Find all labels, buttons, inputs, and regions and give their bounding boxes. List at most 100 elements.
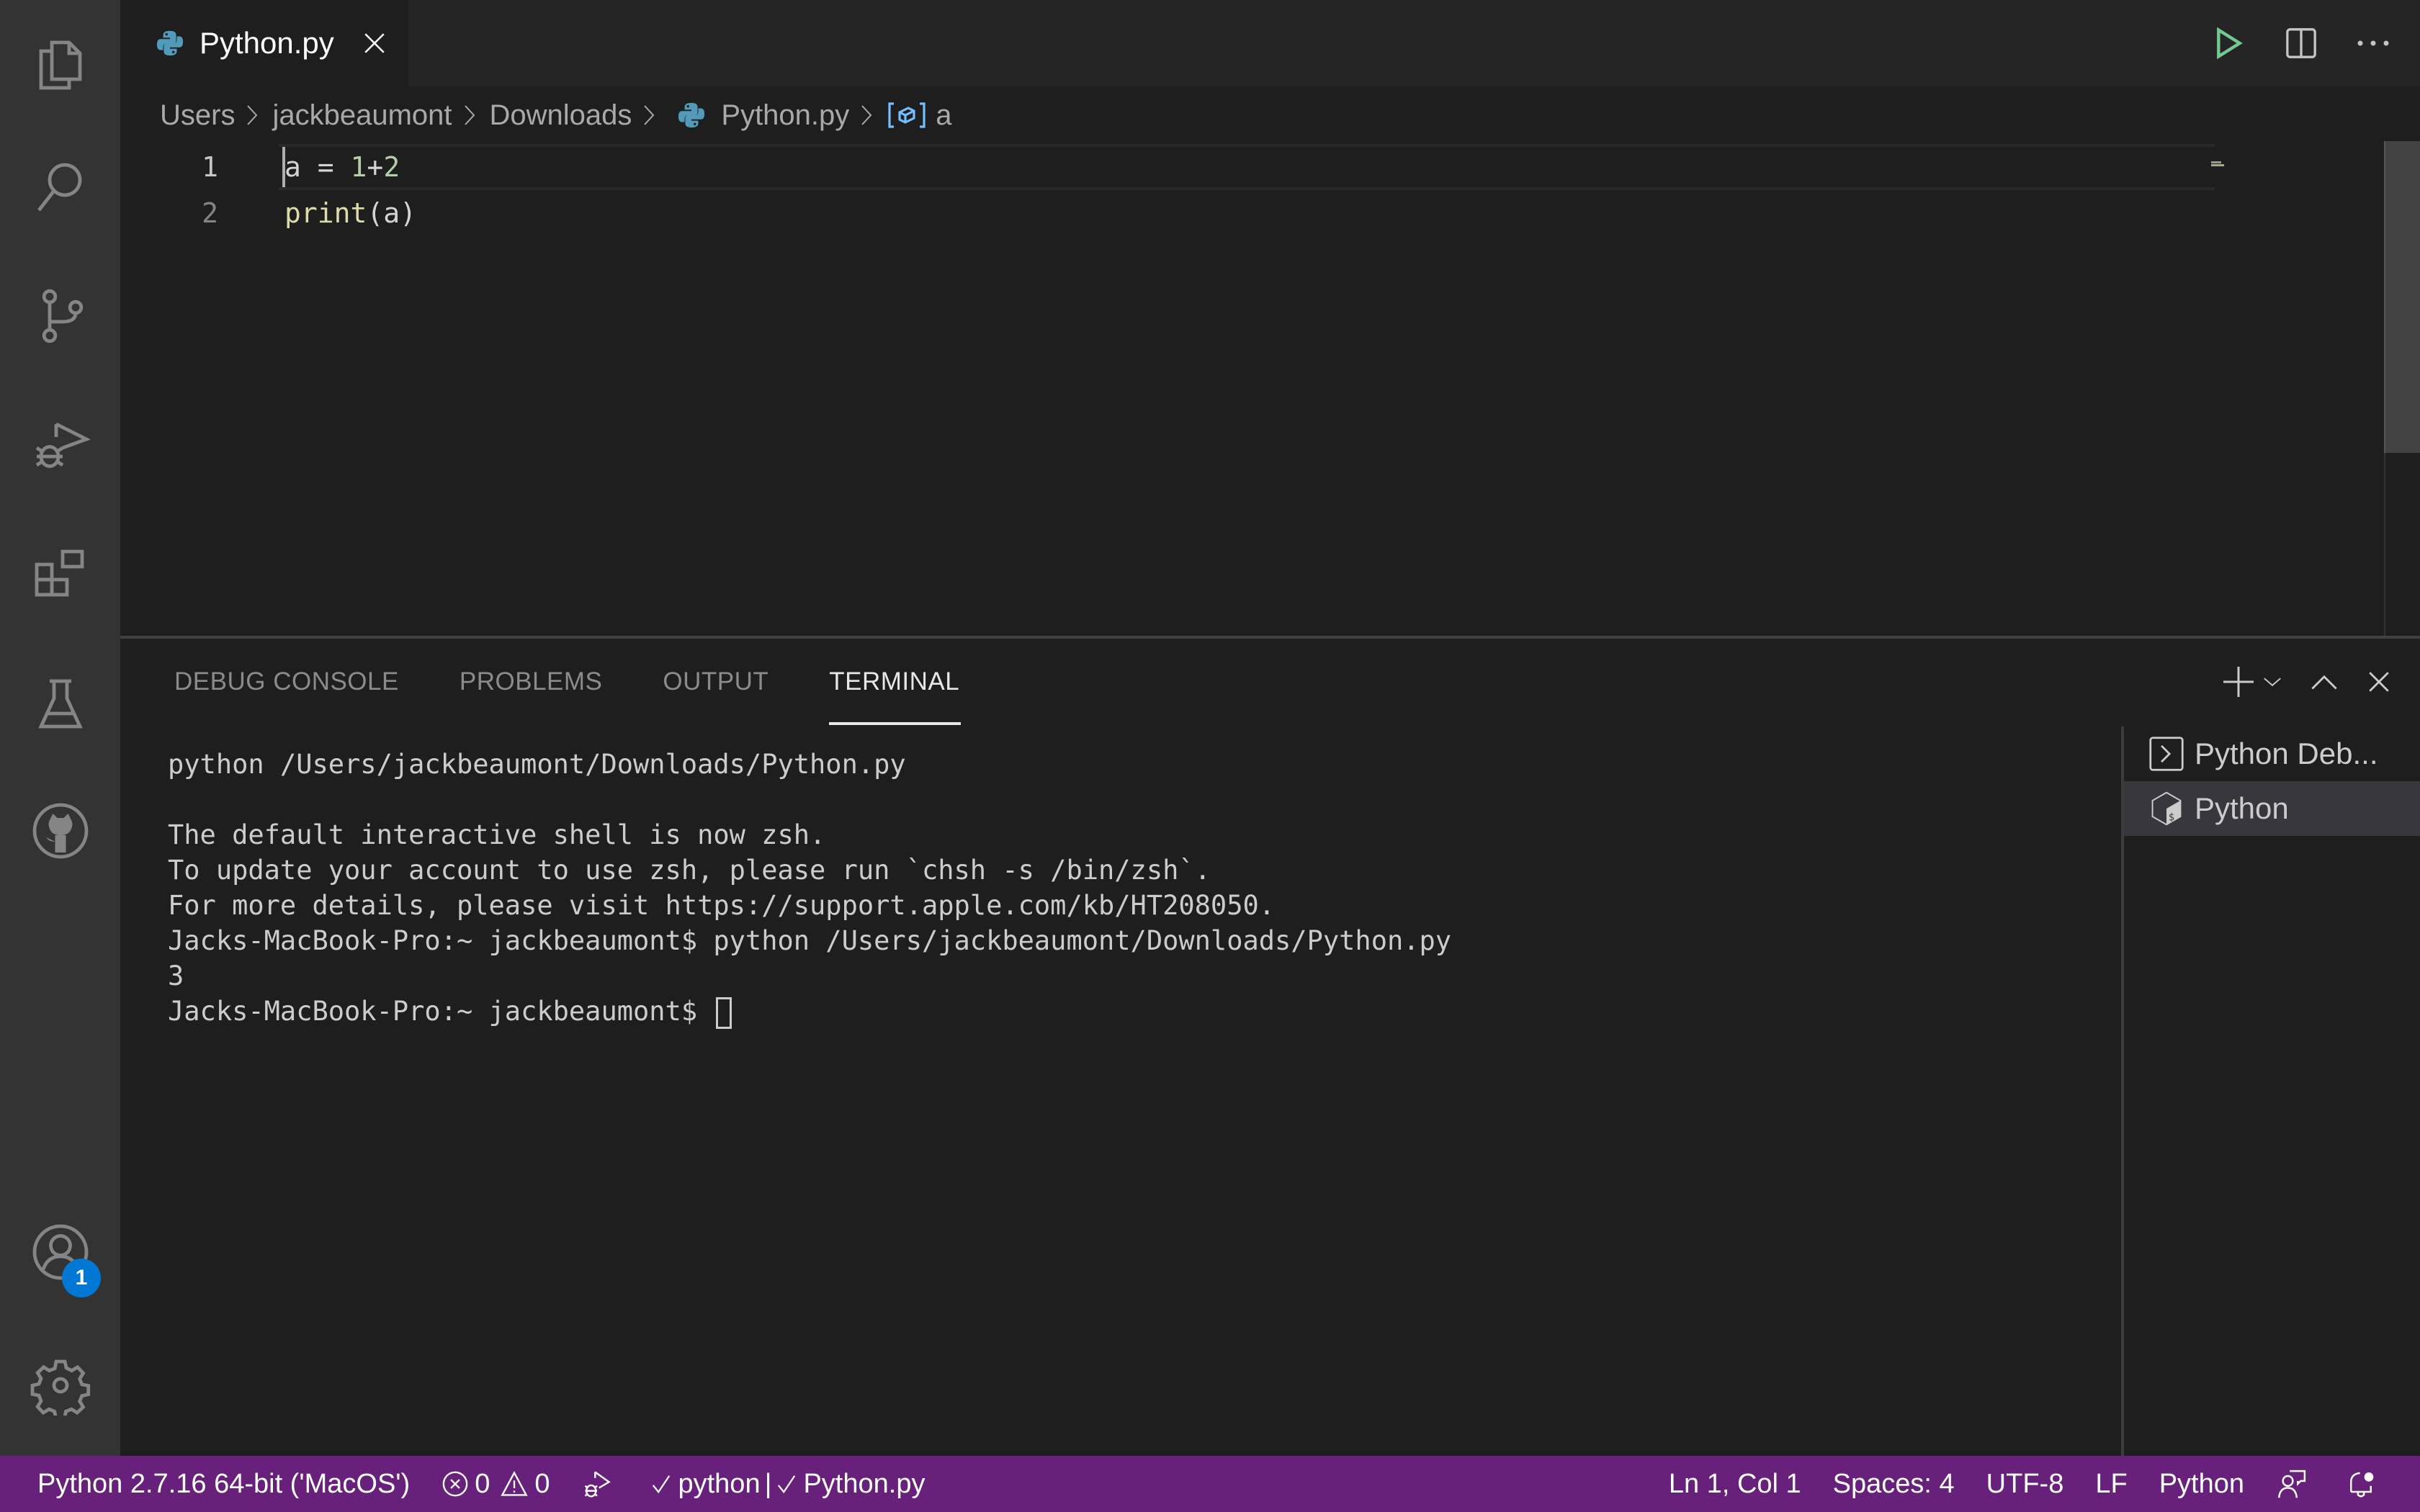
tab-close-button[interactable]	[360, 29, 389, 58]
error-count: 0	[475, 1468, 490, 1499]
search-icon	[37, 163, 81, 212]
task-separator: |	[764, 1468, 772, 1499]
code-line-2: 2 print(a)	[120, 190, 2420, 236]
minimap-line	[2211, 161, 2221, 163]
chevron-down-icon	[2264, 678, 2281, 687]
current-line-highlight	[279, 144, 2215, 190]
minimap-line	[2211, 164, 2224, 166]
breadcrumb-downloads[interactable]: Downloads	[490, 99, 632, 132]
tab-terminal[interactable]: TERMINAL	[829, 639, 962, 725]
check-icon	[653, 1475, 671, 1494]
chevron-up-icon	[2311, 675, 2337, 690]
terminal-profiles-dropdown[interactable]	[2263, 676, 2282, 688]
minimap[interactable]	[2211, 161, 2226, 168]
terminal-output[interactable]: python /Users/jackbeaumont/Downloads/Pyt…	[168, 747, 2112, 1029]
code-editor[interactable]: 1 a = 1+2 2 print(a)	[120, 141, 2420, 638]
tab-debug-console[interactable]: DEBUG CONSOLE	[174, 639, 399, 725]
python-icon	[678, 102, 705, 128]
terminal-icon	[2149, 737, 2184, 771]
run-python-file-button[interactable]	[2211, 25, 2247, 61]
terminal-line: To update your account to use zsh, pleas…	[168, 855, 1211, 886]
activity-search[interactable]	[0, 122, 120, 251]
debug-launch-button[interactable]	[565, 1456, 635, 1512]
check-icon	[778, 1475, 796, 1494]
editor-tab-bar: Python.py	[120, 0, 2420, 86]
terminal-line: For more details, please visit https://s…	[168, 890, 1276, 921]
bash-icon: $_	[2151, 791, 2182, 826]
error-icon	[442, 1471, 468, 1497]
cursor-position[interactable]: Ln 1, Col 1	[1653, 1456, 1817, 1512]
activity-testing[interactable]	[0, 641, 120, 769]
activity-bar: 1	[0, 0, 120, 1456]
terminal-item-python[interactable]: $_ Python	[2124, 781, 2420, 836]
warning-icon	[501, 1471, 528, 1496]
breadcrumb-python-py[interactable]: Python.py	[669, 99, 849, 132]
close-icon	[364, 33, 385, 53]
terminal-prompt-line: Jacks-MacBook-Pro:~ jackbeaumont$	[168, 994, 2112, 1029]
breadcrumb-jackbeaumont[interactable]: jackbeaumont	[272, 99, 452, 132]
activity-run-debug[interactable]	[0, 382, 120, 510]
breadcrumb-users[interactable]: Users	[160, 99, 235, 132]
terminal-cursor	[716, 996, 732, 1029]
code-text: a = 1+2	[284, 151, 400, 183]
more-icon	[2357, 40, 2389, 46]
split-editor-button[interactable]	[2283, 25, 2319, 61]
python-interpreter-selector[interactable]: Python 2.7.16 64-bit ('MacOS')	[22, 1456, 426, 1512]
breadcrumb-label: a	[936, 99, 952, 131]
extensions-icon	[35, 549, 84, 597]
activity-explorer[interactable]	[0, 0, 120, 128]
bell-icon	[2350, 1472, 2374, 1498]
encoding[interactable]: UTF-8	[1971, 1456, 2080, 1512]
terminal-line: The default interactive shell is now zsh…	[168, 819, 826, 850]
close-panel-button[interactable]	[2367, 670, 2391, 694]
breadcrumb-label: Downloads	[489, 99, 632, 131]
tab-output[interactable]: OUTPUT	[663, 639, 768, 725]
activity-source-control[interactable]	[0, 252, 120, 380]
activity-accounts[interactable]: 1	[0, 1188, 120, 1316]
end-of-line[interactable]: LF	[2079, 1456, 2143, 1512]
problems-indicator[interactable]: 0 0	[426, 1456, 565, 1512]
tab-problems[interactable]: PROBLEMS	[460, 639, 603, 725]
source-control-icon	[42, 289, 83, 343]
token-number: 1	[350, 151, 367, 183]
token-function: print	[284, 197, 367, 229]
accounts-badge: 1	[62, 1259, 101, 1297]
terminal-list: Python Deb... $_ Python	[2121, 726, 2420, 1456]
language-mode[interactable]: Python	[2143, 1456, 2260, 1512]
chevron-right-icon	[245, 101, 262, 130]
activity-manage[interactable]	[0, 1321, 120, 1449]
svg-text:$_: $_	[2169, 812, 2181, 824]
token-args: (a)	[367, 197, 417, 229]
new-terminal-button[interactable]	[2221, 665, 2256, 699]
editor-scrollbar[interactable]	[2384, 141, 2420, 453]
feedback-icon	[2277, 1470, 2306, 1498]
task-status[interactable]: python | Python.py	[635, 1456, 941, 1512]
chevron-right-icon	[462, 101, 480, 130]
line-number: 1	[202, 151, 218, 183]
breadcrumb-label: Users	[160, 99, 236, 131]
maximize-panel-button[interactable]	[2311, 673, 2338, 690]
terminal-item-label: Python Deb...	[2195, 737, 2378, 770]
feedback-button[interactable]	[2260, 1456, 2329, 1512]
gear-icon	[30, 1359, 90, 1416]
token-operator: +	[367, 151, 384, 183]
terminal-item-python-debug[interactable]: Python Deb...	[2124, 726, 2420, 781]
code-line-1: 1 a = 1+2	[120, 144, 2420, 190]
tab-python-py[interactable]: Python.py	[120, 0, 408, 86]
files-icon	[39, 40, 81, 90]
notifications-button[interactable]	[2329, 1456, 2398, 1512]
plus-icon	[2223, 667, 2254, 697]
text-cursor	[282, 147, 285, 187]
activity-extensions[interactable]	[0, 511, 120, 639]
editor-actions	[2211, 0, 2391, 86]
breadcrumb: Users jackbeaumont Downloads Python.py a	[120, 86, 2420, 144]
indentation[interactable]: Spaces: 4	[1817, 1456, 1971, 1512]
code-text: print(a)	[284, 197, 416, 229]
activity-github[interactable]	[0, 767, 120, 895]
more-actions-button[interactable]	[2355, 25, 2391, 61]
breadcrumb-symbol-a[interactable]: a	[887, 99, 952, 132]
warning-count: 0	[534, 1468, 550, 1499]
beaker-icon	[37, 679, 83, 729]
chevron-right-icon	[642, 101, 659, 130]
